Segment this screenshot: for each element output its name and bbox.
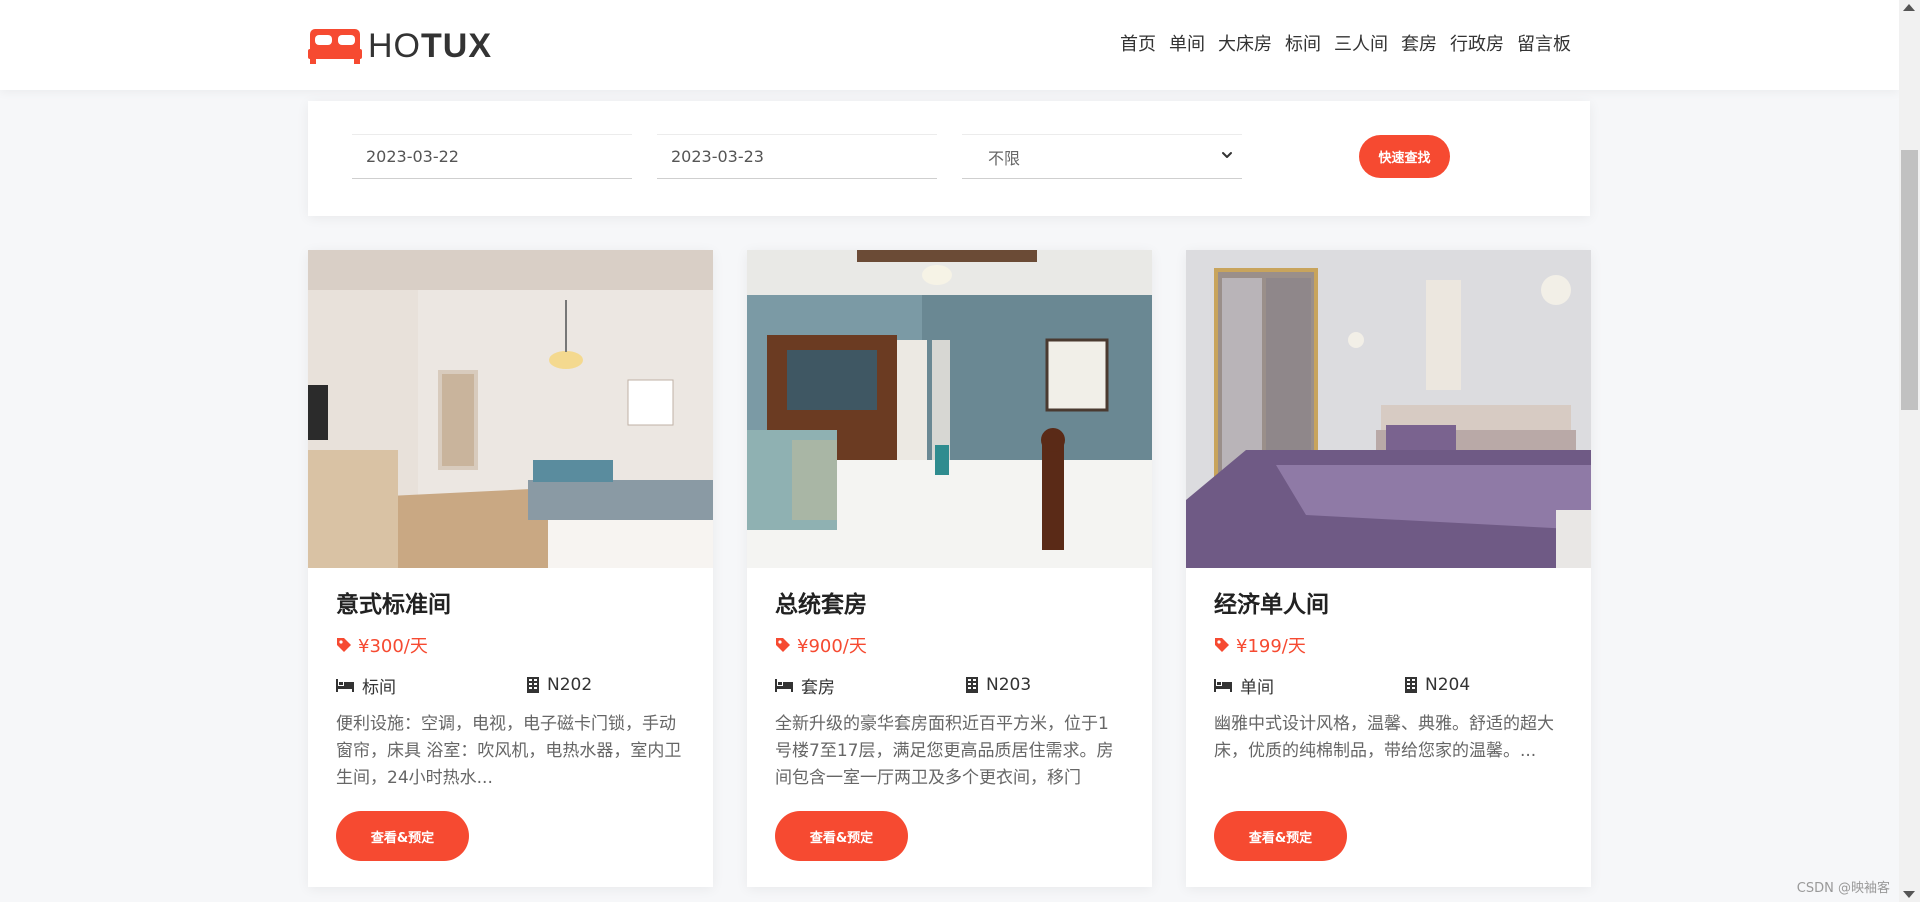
room-type: 套房 xyxy=(775,673,835,698)
scroll-down-arrow-icon[interactable] xyxy=(1903,891,1915,898)
bed-icon xyxy=(308,29,362,64)
site-header: HOTUX 首页 单间 大床房 标间 三人间 套房 行政房 留言板 xyxy=(0,0,1899,90)
nav-executive[interactable]: 行政房 xyxy=(1450,0,1504,90)
room-photo[interactable] xyxy=(747,250,1152,568)
building-icon xyxy=(966,677,978,693)
room-number-label: N202 xyxy=(547,675,593,695)
room-title: 经济单人间 xyxy=(1214,592,1329,618)
nav-triple[interactable]: 三人间 xyxy=(1334,0,1388,90)
room-type: 单间 xyxy=(1214,673,1274,698)
search-panel: 2023-03-22 2023-03-23 不限 快速查找 xyxy=(308,101,1590,216)
room-list: 意式标准间 ¥300/天 标间 N202 便利设施：空调，电视，电子磁卡门锁，手… xyxy=(308,250,1591,890)
room-price: ¥199/天 xyxy=(1214,631,1306,659)
quick-search-button[interactable]: 快速查找 xyxy=(1359,135,1450,178)
room-photo-image xyxy=(308,250,713,568)
nav-king[interactable]: 大床房 xyxy=(1218,0,1272,90)
room-type: 标间 xyxy=(336,673,396,698)
room-photo[interactable] xyxy=(308,250,713,568)
nav-suite[interactable]: 套房 xyxy=(1401,0,1437,90)
bed-icon xyxy=(775,679,793,692)
checkin-date-input[interactable]: 2023-03-22 xyxy=(352,134,632,179)
room-price-value: ¥199/天 xyxy=(1236,636,1306,657)
room-title: 意式标准间 xyxy=(336,592,451,618)
room-card: 总统套房 ¥900/天 套房 N203 全新升级的豪华套房面积近百平方米，位于1… xyxy=(747,250,1152,887)
tag-icon xyxy=(1215,638,1229,652)
logo-text: HOTUX xyxy=(368,27,492,65)
room-description: 幽雅中式设计风格，温馨、典雅。舒适的超大床，优质的纯棉制品，带给您家的温馨。..… xyxy=(1214,714,1554,761)
main-nav: 首页 单间 大床房 标间 三人间 套房 行政房 留言板 xyxy=(1107,0,1571,90)
room-price: ¥900/天 xyxy=(775,631,867,659)
nav-message-board[interactable]: 留言板 xyxy=(1517,0,1571,90)
view-book-button[interactable]: 查看&预定 xyxy=(1214,811,1347,861)
watermark: CSDN @映袖客 xyxy=(1796,881,1890,896)
room-number-label: N204 xyxy=(1425,675,1471,695)
nav-standard[interactable]: 标间 xyxy=(1285,0,1321,90)
bed-icon xyxy=(336,679,354,692)
room-number: N203 xyxy=(966,673,1031,697)
scrollbar-thumb[interactable] xyxy=(1901,150,1918,410)
room-photo[interactable] xyxy=(1186,250,1591,568)
room-photo-image xyxy=(1186,250,1591,568)
building-icon xyxy=(1405,677,1417,693)
room-number: N204 xyxy=(1405,673,1470,697)
scroll-up-arrow-icon[interactable] xyxy=(1903,4,1915,11)
view-book-button[interactable]: 查看&预定 xyxy=(336,811,469,861)
logo-text-light: HO xyxy=(368,27,421,65)
site-logo[interactable]: HOTUX xyxy=(308,27,492,65)
view-book-button[interactable]: 查看&预定 xyxy=(775,811,908,861)
room-title: 总统套房 xyxy=(775,592,867,618)
room-price-value: ¥900/天 xyxy=(797,636,867,657)
room-card: 意式标准间 ¥300/天 标间 N202 便利设施：空调，电视，电子磁卡门锁，手… xyxy=(308,250,713,887)
logo-text-bold: TUX xyxy=(421,27,492,65)
building-icon xyxy=(527,677,539,693)
room-photo-image xyxy=(747,250,1152,568)
room-type-label: 套房 xyxy=(801,677,835,698)
room-type-select-value: 不限 xyxy=(988,148,1021,168)
room-card: 经济单人间 ¥199/天 单间 N204 幽雅中式设计风格，温馨、典雅。舒适的超… xyxy=(1186,250,1591,887)
room-number: N202 xyxy=(527,673,592,697)
room-description: 全新升级的豪华套房面积近百平方米，位于1号楼7至17层，满足您更高品质居住需求。… xyxy=(775,714,1114,788)
chevron-down-icon xyxy=(1222,152,1232,158)
bed-icon xyxy=(1214,679,1232,692)
tag-icon xyxy=(337,638,351,652)
vertical-scrollbar[interactable] xyxy=(1899,0,1920,902)
room-price-value: ¥300/天 xyxy=(358,636,428,657)
nav-home[interactable]: 首页 xyxy=(1120,0,1156,90)
room-description: 便利设施：空调，电视，电子磁卡门锁，手动窗帘，床具 浴室：吹风机，电热水器，室内… xyxy=(336,714,682,788)
room-type-label: 单间 xyxy=(1240,677,1274,698)
tag-icon xyxy=(776,638,790,652)
room-type-select[interactable]: 不限 xyxy=(962,134,1242,179)
room-number-label: N203 xyxy=(986,675,1032,695)
room-price: ¥300/天 xyxy=(336,631,428,659)
room-type-label: 标间 xyxy=(362,677,396,698)
checkout-date-input[interactable]: 2023-03-23 xyxy=(657,134,937,179)
nav-single[interactable]: 单间 xyxy=(1169,0,1205,90)
